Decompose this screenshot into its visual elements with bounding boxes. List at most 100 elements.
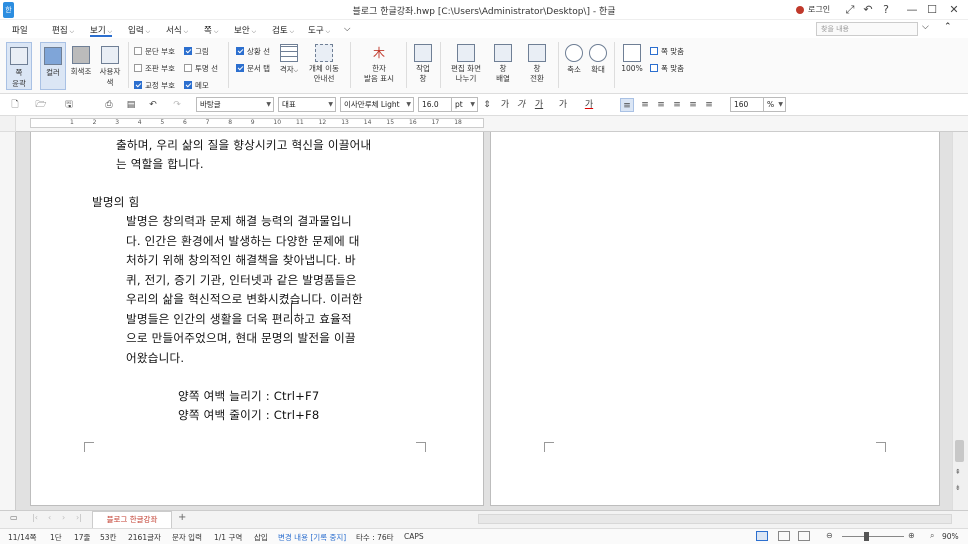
align-right-icon[interactable]: ≡ [670, 98, 684, 112]
line-spacing-unit[interactable]: % ▼ [764, 97, 786, 112]
menu-security[interactable]: 보안 ⌵ [234, 24, 256, 36]
zoom-out-button[interactable]: 축소 [564, 44, 584, 90]
line-spacing-input[interactable]: 160 [730, 97, 764, 112]
zoom-in-small-icon[interactable]: ⊕ [908, 531, 915, 540]
style-select[interactable]: 바탕글 ▼ [196, 97, 274, 112]
color-view-button[interactable]: 컬러 [40, 42, 66, 90]
check-control-mark[interactable]: 조판 부호 [134, 63, 175, 74]
open-folder-icon[interactable]: 🗁 [34, 98, 48, 112]
zoom-100-button[interactable]: 100% [620, 44, 644, 90]
view-web-icon[interactable] [778, 531, 790, 541]
chevron-down-icon[interactable]: ⌵ [922, 22, 929, 32]
align-justify-icon[interactable]: ≡ [620, 98, 634, 112]
prev-page-icon[interactable]: ⇞ [955, 468, 961, 476]
maximize-button[interactable]: ☐ [924, 2, 940, 18]
check-memo[interactable]: 메모 [184, 80, 209, 91]
status-zoom[interactable]: 90% [942, 532, 959, 541]
align-center-icon[interactable]: ≡ [654, 98, 668, 112]
document-page-next[interactable] [490, 132, 940, 506]
preview-icon[interactable]: ▤ [124, 98, 138, 112]
doc-line: 발명은 창의력과 문제 해결 능력의 결과물입니 [126, 214, 352, 228]
chevron-down-icon: ▼ [328, 101, 333, 108]
view-draft-icon[interactable] [798, 531, 810, 541]
view-page-icon[interactable] [756, 531, 768, 541]
check-status-line[interactable]: 상황 선 [236, 46, 270, 57]
font-color-icon[interactable]: 가 [582, 98, 596, 112]
align-divide-icon[interactable]: ≡ [702, 98, 716, 112]
font-size-input[interactable]: 16.0 [418, 97, 452, 112]
tab-last-icon[interactable]: ›| [76, 513, 82, 522]
menu-tools[interactable]: 도구 ⌵ [308, 24, 330, 36]
menu-page[interactable]: 쪽 ⌵ [204, 24, 218, 36]
status-input-mode[interactable]: 문자 입력 [172, 532, 202, 543]
window-switch-button[interactable]: 창 전환 [524, 44, 550, 90]
check-transparent-line[interactable]: 투명 선 [184, 63, 218, 74]
zoom-slider-track[interactable] [842, 536, 904, 537]
menu-edit[interactable]: 편집 ⌵ [52, 24, 74, 36]
search-input[interactable]: 찾을 내용 [816, 22, 918, 36]
tab-prev-icon[interactable]: ‹ [48, 513, 51, 522]
font-select[interactable]: 이사만루체 Light ▼ [340, 97, 414, 112]
page-outline-button[interactable]: 쪽 윤곽 [6, 42, 32, 90]
object-guide-button[interactable]: 개체 이동 안내선 [304, 44, 344, 90]
print-icon[interactable]: ⎙ [102, 98, 116, 112]
zoom-out-small-icon[interactable]: ⊖ [826, 531, 833, 540]
grid-button[interactable]: 격자⌵ [278, 44, 300, 90]
size-stepper-icon[interactable]: ⇕ [480, 98, 494, 112]
expand-icon[interactable]: ⤢ [842, 2, 858, 18]
menu-format[interactable]: 서식 ⌵ [166, 24, 188, 36]
horizontal-scrollbar[interactable] [478, 514, 952, 524]
align-distribute-icon[interactable]: ≡ [686, 98, 700, 112]
check-transparent-label: 투명 선 [195, 64, 219, 73]
help-icon[interactable]: ? [878, 2, 894, 18]
search-icon[interactable]: ⌕ [930, 531, 934, 541]
strike-icon[interactable]: 가 [556, 98, 570, 112]
undo-icon[interactable]: ↶ [146, 98, 160, 112]
login-button[interactable]: 로그인 [808, 4, 830, 15]
redo-icon[interactable]: ↷ [170, 98, 184, 112]
check-paragraph-mark[interactable]: 문단 부호 [134, 46, 175, 57]
zoom-slider-handle[interactable] [864, 532, 869, 541]
menu-more-icon[interactable]: ⌵ [344, 24, 350, 34]
italic-icon[interactable]: 가 [514, 98, 528, 112]
next-page-icon[interactable]: ⇟ [955, 484, 961, 492]
work-window-button[interactable]: 작업 창 [410, 44, 436, 90]
save-icon[interactable]: 🖫 [62, 98, 76, 112]
menu-review[interactable]: 검토 ⌵ [272, 24, 294, 36]
check-doc-tab[interactable]: 문서 탭 [236, 63, 270, 74]
menu-file[interactable]: 파일 [12, 24, 28, 36]
status-insert-mode[interactable]: 삽입 [254, 532, 268, 543]
menu-view[interactable]: 보기 ⌵ [90, 24, 113, 37]
tab-first-icon[interactable]: |‹ [32, 513, 38, 522]
window-arrange-button[interactable]: 창 배열 [490, 44, 516, 90]
hanja-pronunciation-button[interactable]: 木 한자 발음 표시 [356, 44, 402, 90]
status-page[interactable]: 11/14쪽 [8, 532, 37, 543]
undo-history-icon[interactable]: ↶ [860, 2, 876, 18]
grayscale-icon [72, 46, 90, 64]
status-track-changes[interactable]: 변경 내용 [기록 중지] [278, 532, 346, 543]
add-tab-icon[interactable]: + [178, 512, 186, 523]
underline-icon[interactable]: 가 [532, 98, 546, 112]
align-left-icon[interactable]: ≡ [638, 98, 652, 112]
font-language-select[interactable]: 대표 ▼ [278, 97, 336, 112]
close-button[interactable]: ✕ [946, 2, 962, 18]
grayscale-button[interactable]: 회색조 [68, 42, 94, 90]
check-proof-mark[interactable]: 교정 부호 [134, 80, 175, 91]
scrollbar-thumb[interactable] [955, 440, 964, 462]
menu-insert[interactable]: 입력 ⌵ [128, 24, 150, 36]
tab-next-icon[interactable]: › [62, 513, 65, 522]
minimize-button[interactable]: — [904, 2, 920, 18]
fit-width-button[interactable]: 폭 맞춤 [650, 63, 684, 74]
split-view-button[interactable]: 편집 화면 나누기 [446, 44, 486, 90]
ribbon-collapse-icon[interactable]: ⌃ [944, 22, 952, 32]
document-tab[interactable]: 블로그 한글강좌 [92, 511, 172, 528]
bold-icon[interactable]: 가 [498, 98, 512, 112]
user-color-button[interactable]: 사용자 색 [96, 42, 124, 90]
font-unit-select[interactable]: pt ▼ [452, 97, 478, 112]
fit-page-button[interactable]: 쪽 맞춤 [650, 46, 684, 57]
zoom-in-button[interactable]: 확대 [588, 44, 608, 90]
new-document-icon[interactable]: 🗋 [8, 98, 22, 112]
tab-list-icon[interactable]: ▭ [10, 513, 18, 522]
check-picture[interactable]: 그림 [184, 46, 209, 57]
vertical-ruler[interactable] [0, 132, 16, 510]
